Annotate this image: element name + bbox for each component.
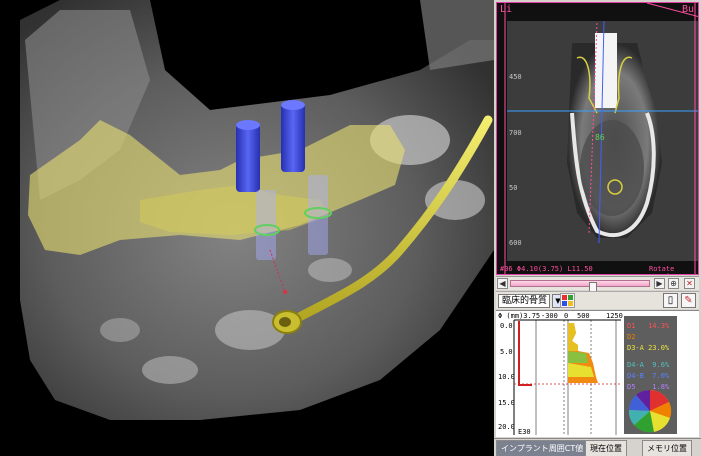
slider-prev-button[interactable]: ◀ xyxy=(497,278,508,289)
tab-current-position[interactable]: 現在位置 xyxy=(585,440,627,456)
ct-corner-label-right: Bu xyxy=(682,4,695,15)
3d-viewport[interactable] xyxy=(0,0,494,456)
ct-corner-label-left: Li xyxy=(500,4,513,15)
stat-d1: D1 14.3% xyxy=(627,322,670,330)
ct-cross-section-view[interactable]: Li Bu 450 700 50 600 86 #06 Φ4.10(3.75) … xyxy=(496,2,699,275)
bone-quality-mode-select[interactable]: 臨床的骨質 xyxy=(498,294,550,308)
book-icon[interactable]: ▯ xyxy=(663,293,678,308)
density-profile-chart xyxy=(513,319,621,435)
ct-status-left: #06 Φ4.10(3.75) L11.50 xyxy=(500,265,593,273)
implant-id-label: 86 xyxy=(595,133,605,142)
stat-d2: D2 xyxy=(627,333,636,341)
ct-scale-tick: 50 xyxy=(509,184,518,192)
stat-d4a: D4-A 9.6% xyxy=(627,361,670,369)
tab-implant-ct-values[interactable]: インプラント周囲CT値 xyxy=(496,440,589,456)
bone-density-panel: Φ (mm)3.75 -300 0 500 1250 0.0 5.0 10.0 … xyxy=(496,310,699,437)
stat-d4b: D4-B 7.0% xyxy=(627,372,670,380)
slice-slider-track[interactable] xyxy=(510,280,650,293)
close-icon[interactable]: ✕ xyxy=(684,278,695,289)
zoom-icon[interactable]: ⊕ xyxy=(668,278,679,289)
ct-scale-tick: 600 xyxy=(509,239,522,247)
edit-icon[interactable]: ✎ xyxy=(681,293,696,308)
slice-slider-row: ◀ ▶ ⊕ ✕ xyxy=(496,276,699,293)
ct-scale-tick: 450 xyxy=(509,73,522,81)
bone-quality-pie-chart xyxy=(628,389,672,433)
bone-quality-stats: D1 14.3% D2 D3-A 23.0% D4-A 9.6% D4-B 7.… xyxy=(624,316,677,434)
bottom-tab-bar: インプラント周囲CT値 現在位置 メモリ位置 xyxy=(494,438,701,456)
slider-next-button[interactable]: ▶ xyxy=(654,278,665,289)
stat-d3a: D3-A 23.0% xyxy=(627,344,670,352)
right-panel: Li Bu 450 700 50 600 86 #06 Φ4.10(3.75) … xyxy=(494,0,701,456)
color-palette-icon[interactable] xyxy=(560,293,575,308)
ct-status-right: Rotate 0.00° xyxy=(649,265,675,274)
tab-memory-position[interactable]: メモリ位置 xyxy=(642,440,692,456)
3d-jaw-rendering xyxy=(20,0,494,420)
density-toolbar: 臨床的骨質 ▼ ▯ ✎ xyxy=(496,291,699,309)
ct-scale-tick: 700 xyxy=(509,129,522,137)
